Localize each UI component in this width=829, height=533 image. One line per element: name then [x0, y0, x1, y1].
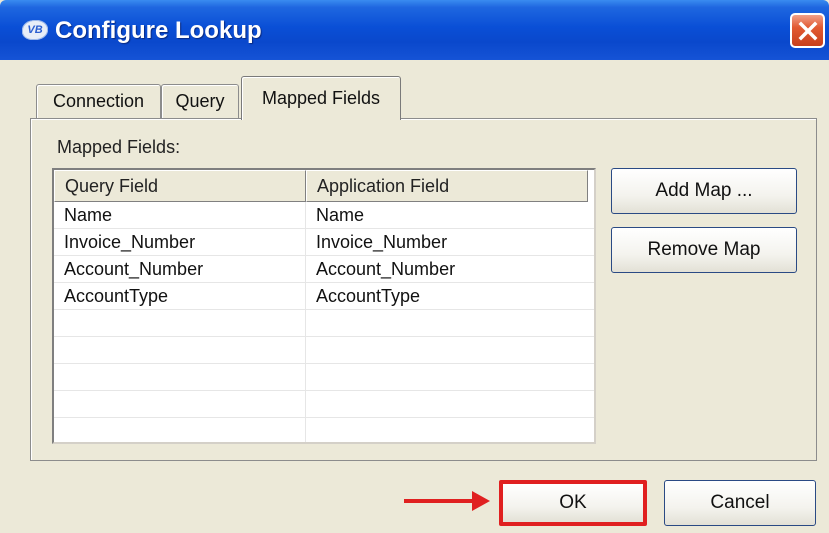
- list-rows: Name Name Invoice_Number Invoice_Number …: [54, 202, 594, 442]
- column-header-query-field[interactable]: Query Field: [54, 170, 306, 202]
- list-header: Query Field Application Field: [54, 170, 594, 202]
- table-row[interactable]: [54, 364, 594, 391]
- application-field-cell: [306, 364, 594, 390]
- remove-map-button[interactable]: Remove Map: [611, 227, 797, 273]
- close-icon: [798, 21, 817, 40]
- application-field-cell: [306, 391, 594, 417]
- application-field-cell: Invoice_Number: [316, 231, 448, 252]
- query-field-cell: Account_Number: [54, 256, 306, 282]
- table-row[interactable]: [54, 418, 594, 442]
- table-row[interactable]: [54, 337, 594, 364]
- mapped-fields-list[interactable]: Query Field Application Field Name Name …: [52, 168, 596, 444]
- add-map-button[interactable]: Add Map ...: [611, 168, 797, 214]
- application-field-cell: Account_Number: [316, 258, 456, 279]
- tab-connection[interactable]: Connection: [36, 84, 161, 118]
- arrow-right-icon: [404, 491, 490, 511]
- table-row[interactable]: [54, 310, 594, 337]
- application-field-cell: [306, 418, 594, 442]
- application-field-cell: Name: [316, 204, 365, 225]
- application-field-cell: AccountType: [316, 285, 421, 306]
- close-button[interactable]: [790, 13, 825, 48]
- query-field-cell: [54, 391, 306, 417]
- cancel-button[interactable]: Cancel: [664, 480, 816, 526]
- query-field-cell: Invoice_Number: [54, 229, 306, 255]
- query-field-cell: [54, 337, 306, 363]
- column-header-application-field[interactable]: Application Field: [306, 170, 588, 202]
- mapped-fields-label: Mapped Fields:: [57, 137, 181, 157]
- table-row[interactable]: Account_Number Account_Number: [54, 256, 594, 283]
- app-icon: VB: [22, 20, 48, 40]
- query-field-cell: [54, 364, 306, 390]
- title-bar[interactable]: VB Configure Lookup: [0, 0, 829, 60]
- table-row[interactable]: AccountType AccountType: [54, 283, 594, 310]
- query-field-cell: AccountType: [54, 283, 306, 309]
- tab-mapped-fields[interactable]: Mapped Fields: [241, 76, 401, 120]
- table-row[interactable]: Name Name: [54, 202, 594, 229]
- configure-lookup-dialog: VB Configure Lookup Connection Query Map…: [0, 0, 829, 533]
- tab-query[interactable]: Query: [161, 84, 239, 118]
- table-row[interactable]: [54, 391, 594, 418]
- ok-button[interactable]: OK: [499, 480, 647, 526]
- query-field-cell: Name: [54, 202, 306, 228]
- table-row[interactable]: Invoice_Number Invoice_Number: [54, 229, 594, 256]
- application-field-cell: [306, 337, 594, 363]
- window-title: Configure Lookup: [55, 17, 262, 44]
- application-field-cell: [306, 310, 594, 336]
- query-field-cell: [54, 310, 306, 336]
- query-field-cell: [54, 418, 306, 442]
